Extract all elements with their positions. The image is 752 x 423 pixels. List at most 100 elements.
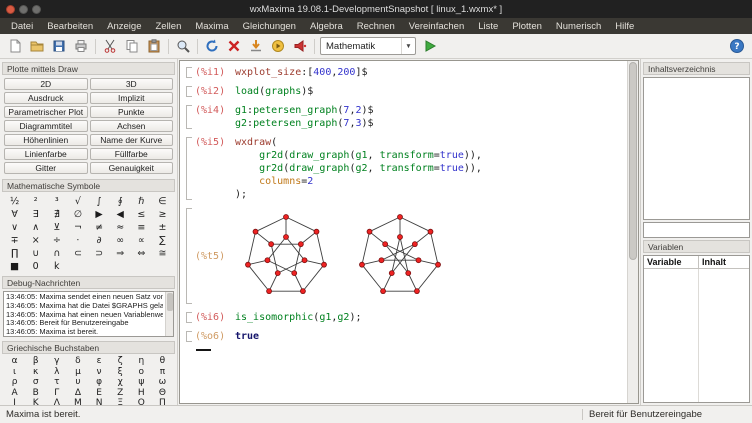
draw-button-füllfarbe[interactable]: Füllfarbe: [90, 148, 174, 160]
menu-item-algebra[interactable]: Algebra: [303, 20, 350, 33]
draw-button-gitter[interactable]: Gitter: [4, 162, 88, 174]
greek-letter-φ[interactable]: φ: [89, 377, 110, 388]
variables-table-body[interactable]: [644, 269, 749, 402]
symbol-■[interactable]: ■: [4, 260, 25, 272]
symbol-⇔[interactable]: ⇔: [131, 247, 152, 259]
greek-letter-ω[interactable]: ω: [152, 377, 173, 388]
cell-code[interactable]: g1:petersen_graph(7,2)$g2:petersen_graph…: [235, 104, 374, 130]
menu-item-anzeige[interactable]: Anzeige: [100, 20, 148, 33]
draw-button-höhenlinien[interactable]: Höhenlinien: [4, 134, 88, 146]
greek-letter-Ζ[interactable]: Ζ: [110, 388, 131, 399]
menu-item-plotten[interactable]: Plotten: [505, 20, 549, 33]
greek-letter-κ[interactable]: κ: [25, 367, 46, 378]
math-input-combobox[interactable]: Mathematik ▼: [320, 37, 416, 55]
help-icon[interactable]: ?: [726, 36, 748, 57]
draw-button-2d[interactable]: 2D: [4, 78, 88, 90]
debug-scrollbar-thumb[interactable]: [167, 293, 173, 311]
greek-letter-ν[interactable]: ν: [89, 367, 110, 378]
symbol-ℏ[interactable]: ℏ: [131, 195, 152, 207]
print-icon[interactable]: [70, 36, 92, 57]
symbol-∏[interactable]: ∏: [4, 247, 25, 259]
greek-letter-β[interactable]: β: [25, 356, 46, 367]
menu-item-hilfe[interactable]: Hilfe: [608, 20, 641, 33]
symbol-½[interactable]: ½: [4, 195, 25, 207]
symbol-∝[interactable]: ∝: [131, 234, 152, 246]
symbol-≡[interactable]: ≡: [131, 221, 152, 233]
symbol-k[interactable]: k: [46, 260, 67, 272]
greek-letter-δ[interactable]: δ: [67, 356, 88, 367]
play-animation-icon[interactable]: [267, 36, 289, 57]
follow-evaluation-icon[interactable]: [289, 36, 311, 57]
close-button[interactable]: [6, 5, 15, 14]
copy-icon[interactable]: [121, 36, 143, 57]
symbol-∨[interactable]: ∨: [4, 221, 25, 233]
menu-item-rechnen[interactable]: Rechnen: [350, 20, 402, 33]
symbol-¬[interactable]: ¬: [67, 221, 88, 233]
symbol-0[interactable]: 0: [25, 260, 46, 272]
greek-letter-Β[interactable]: Β: [25, 388, 46, 399]
greek-letter-Θ[interactable]: Θ: [152, 388, 173, 399]
symbol-∃[interactable]: ∃: [25, 208, 46, 220]
greek-letter-Ο[interactable]: Ο: [131, 398, 152, 405]
greek-letter-Μ[interactable]: Μ: [67, 398, 88, 405]
greek-letter-Ι[interactable]: Ι: [4, 398, 25, 405]
menu-item-liste[interactable]: Liste: [471, 20, 505, 33]
symbol-∈[interactable]: ∈: [152, 195, 173, 207]
symbol-²[interactable]: ²: [25, 195, 46, 207]
menu-item-vereinfachen[interactable]: Vereinfachen: [402, 20, 471, 33]
symbol-÷[interactable]: ÷: [46, 234, 67, 246]
symbol-≥[interactable]: ≥: [152, 208, 173, 220]
greek-letter-π[interactable]: π: [152, 367, 173, 378]
draw-button-achsen[interactable]: Achsen: [90, 120, 174, 132]
menu-item-bearbeiten[interactable]: Bearbeiten: [40, 20, 100, 33]
symbol-±[interactable]: ±: [152, 221, 173, 233]
restart-maxima-icon[interactable]: [201, 36, 223, 57]
symbol-∑[interactable]: ∑: [152, 234, 173, 246]
cell-code[interactable]: is_isomorphic(g1,g2);: [235, 311, 361, 324]
greek-letter-Κ[interactable]: Κ: [25, 398, 46, 405]
draw-button-punkte[interactable]: Punkte: [90, 106, 174, 118]
greek-letter-λ[interactable]: λ: [46, 367, 67, 378]
symbol-×[interactable]: ×: [25, 234, 46, 246]
worksheet-scrollbar-thumb[interactable]: [629, 62, 637, 260]
menu-item-gleichungen[interactable]: Gleichungen: [236, 20, 303, 33]
symbol-∧[interactable]: ∧: [25, 221, 46, 233]
symbol-⋅[interactable]: ⋅: [67, 234, 88, 246]
menu-item-datei[interactable]: Datei: [4, 20, 40, 33]
chevron-down-icon[interactable]: ▼: [401, 38, 415, 54]
draw-button-parametrischer-plot[interactable]: Parametrischer Plot: [4, 106, 88, 118]
symbol-≤[interactable]: ≤: [131, 208, 152, 220]
symbol-∂[interactable]: ∂: [89, 234, 110, 246]
symbol-∮[interactable]: ∮: [110, 195, 131, 207]
greek-letter-Ξ[interactable]: Ξ: [110, 398, 131, 405]
greek-letter-ρ[interactable]: ρ: [4, 377, 25, 388]
symbol-∓[interactable]: ∓: [4, 234, 25, 246]
symbol-∪[interactable]: ∪: [25, 247, 46, 259]
symbol-³[interactable]: ³: [46, 195, 67, 207]
minimize-button[interactable]: [19, 5, 28, 14]
symbol-⇒[interactable]: ⇒: [110, 247, 131, 259]
greek-letter-Η[interactable]: Η: [131, 388, 152, 399]
greek-letter-Π[interactable]: Π: [152, 398, 173, 405]
debug-scrollbar[interactable]: [165, 292, 173, 336]
symbol-◀[interactable]: ◀: [110, 208, 131, 220]
greek-letter-τ[interactable]: τ: [46, 377, 67, 388]
draw-button-genauigkeit[interactable]: Genauigkeit: [90, 162, 174, 174]
cell-code[interactable]: load(graphs)$: [235, 85, 313, 98]
toc-list[interactable]: [643, 77, 750, 220]
symbol-⊂[interactable]: ⊂: [67, 247, 88, 259]
save-icon[interactable]: [48, 36, 70, 57]
evaluate-button[interactable]: [419, 36, 441, 57]
greek-letter-χ[interactable]: χ: [110, 377, 131, 388]
paste-icon[interactable]: [143, 36, 165, 57]
greek-letter-ψ[interactable]: ψ: [131, 377, 152, 388]
draw-button-3d[interactable]: 3D: [90, 78, 174, 90]
open-file-icon[interactable]: [26, 36, 48, 57]
cut-icon[interactable]: [99, 36, 121, 57]
draw-button-ausdruck[interactable]: Ausdruck: [4, 92, 88, 104]
draw-button-name-der-kurve[interactable]: Name der Kurve: [90, 134, 174, 146]
draw-button-implizit[interactable]: Implizit: [90, 92, 174, 104]
draw-button-diagrammtitel[interactable]: Diagrammtitel: [4, 120, 88, 132]
symbol-∞[interactable]: ∞: [110, 234, 131, 246]
symbol-▶[interactable]: ▶: [89, 208, 110, 220]
